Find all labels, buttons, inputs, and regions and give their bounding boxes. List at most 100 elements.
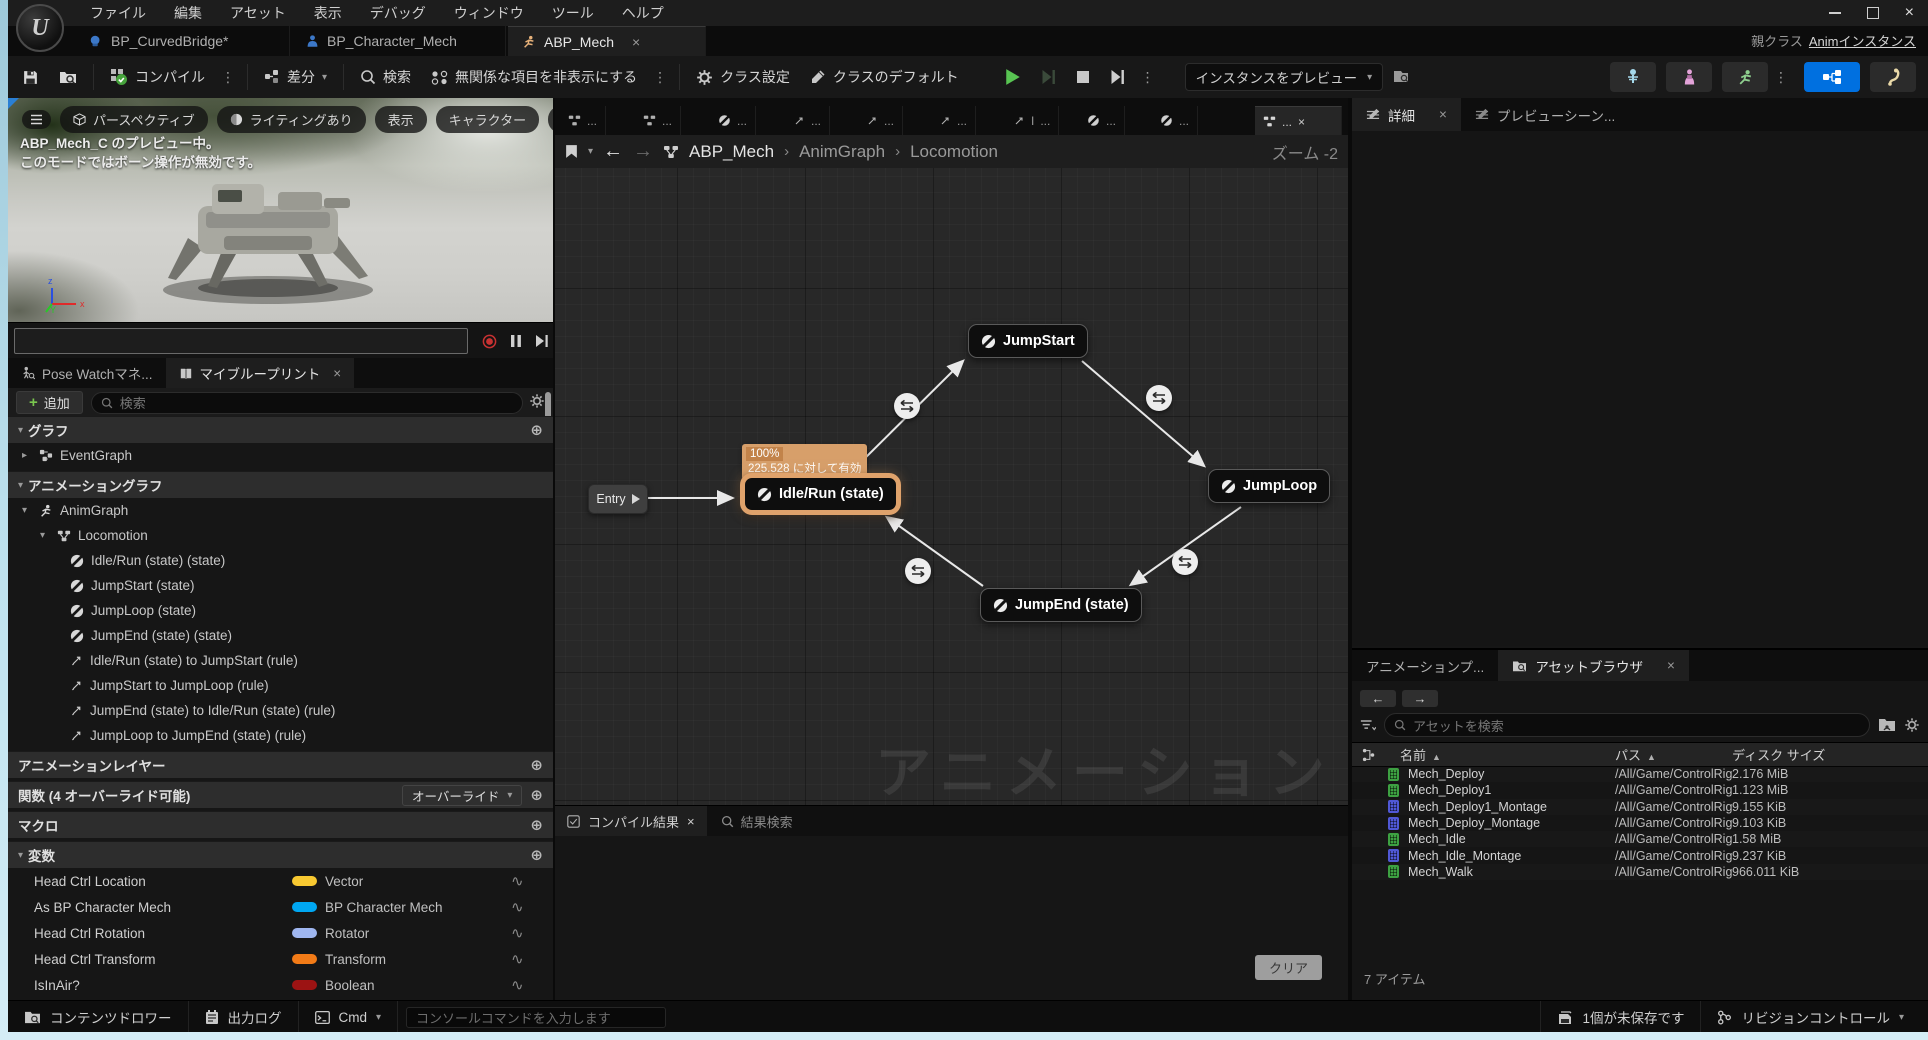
graph-tab[interactable]: I... — [1005, 106, 1060, 135]
add-graph-icon[interactable]: ⊕ — [530, 421, 543, 439]
close-tab-icon[interactable]: × — [632, 34, 640, 50]
state-node-jumpstart[interactable]: JumpStart — [968, 324, 1088, 358]
cmd-dropdown[interactable]: Cmd ▾ — [299, 1001, 399, 1032]
menu-window[interactable]: ウィンドウ — [442, 0, 536, 26]
close-tab-icon[interactable]: × — [333, 366, 341, 381]
section-graphs[interactable]: ▾ グラフ ⊕ — [8, 416, 553, 443]
folder-view-icon[interactable] — [1878, 718, 1896, 732]
animation-mode-button[interactable] — [1722, 62, 1768, 92]
viewport-perspective-button[interactable]: パースペクティブ — [60, 106, 208, 133]
graph-tab[interactable]: ... — [858, 106, 904, 135]
tree-item-rule[interactable]: JumpEnd (state) to Idle/Run (state) (rul… — [8, 698, 553, 723]
graph-tab-active[interactable]: ... × — [1255, 106, 1342, 136]
bookmark-icon[interactable] — [565, 144, 578, 159]
close-tab-icon[interactable]: × — [687, 814, 695, 829]
asset-row[interactable]: Mech_Walk/All/Game/ControlRig 966.011 KiB — [1352, 864, 1928, 880]
tree-item-locomotion[interactable]: ▾ Locomotion — [8, 523, 553, 548]
hide-unrelated-button[interactable]: 無関係な項目を非表示にする — [421, 62, 647, 92]
save-button[interactable] — [8, 62, 49, 92]
diff-button[interactable]: 差分 ▾ — [254, 62, 337, 92]
tree-item-rule[interactable]: JumpLoop to JumpEnd (state) (rule) — [8, 723, 553, 748]
viewport-show-button[interactable]: 表示 — [374, 106, 427, 133]
asset-row[interactable]: Mech_Idle_Montage/All/Game/ControlRig 9.2… — [1352, 847, 1928, 863]
find-button[interactable]: 検索 — [350, 62, 421, 92]
menu-edit[interactable]: 編集 — [162, 0, 214, 26]
state-node-idle-run[interactable]: Idle/Run (state) — [740, 473, 901, 515]
class-settings-button[interactable]: クラス設定 — [686, 62, 800, 92]
close-window-button[interactable]: × — [1905, 5, 1914, 21]
tree-item-state[interactable]: Idle/Run (state) (state) — [8, 548, 553, 573]
compile-options-menu[interactable]: ⋮ — [215, 69, 241, 86]
state-node-jumpend[interactable]: JumpEnd (state) — [980, 588, 1142, 622]
add-button[interactable]: + 追加 — [16, 391, 83, 414]
play-button[interactable] — [995, 62, 1031, 92]
back-button[interactable]: ← — [603, 140, 623, 163]
tab-bp-curvedbridge[interactable]: BP_CurvedBridge* — [75, 26, 290, 56]
asset-forward-button[interactable]: → — [1402, 690, 1438, 707]
menu-help[interactable]: ヘルプ — [610, 0, 676, 26]
graph-tab[interactable]: ... — [560, 106, 607, 135]
forward-button[interactable]: → — [633, 140, 653, 163]
pause-button[interactable] — [510, 334, 522, 348]
graph-tab[interactable]: ... — [931, 106, 977, 135]
viewport-lit-button[interactable]: ライティングあり — [216, 106, 366, 133]
override-dropdown[interactable]: オーバーライド ▾ — [402, 784, 523, 806]
variable-watch-icon[interactable]: ∿ — [511, 976, 538, 994]
add-macro-icon[interactable]: ⊕ — [530, 816, 543, 834]
graph-tab[interactable]: ... — [635, 106, 682, 135]
hide-unrelated-options-menu[interactable]: ⋮ — [647, 69, 673, 86]
unsaved-assets-button[interactable]: 1個が未保存です — [1540, 1001, 1700, 1032]
graph-tab[interactable]: ... — [710, 106, 757, 135]
menu-file[interactable]: ファイル — [78, 0, 158, 26]
variable-row[interactable]: IsInAir? Boolean ∿ — [8, 972, 553, 998]
viewport-lod-button[interactable]: LOD オート — [548, 106, 553, 133]
settings-gear-icon[interactable] — [529, 393, 545, 409]
hierarchy-column-icon[interactable] — [1362, 748, 1376, 762]
viewport-character-button[interactable]: キャラクター — [435, 106, 540, 133]
class-defaults-button[interactable]: クラスのデフォルト — [800, 62, 969, 92]
my-blueprint-search-input[interactable]: 検索 — [90, 391, 523, 414]
transition-rule-node[interactable] — [905, 558, 931, 584]
preview-instance-dropdown[interactable]: インスタンスをプレビュー ▾ — [1184, 63, 1384, 91]
asset-row[interactable]: Mech_Deploy1/All/Game/ControlRig 1.123 Mi… — [1352, 782, 1928, 798]
revision-control-button[interactable]: リビジョンコントロール ▾ — [1700, 1001, 1928, 1032]
tree-item-eventgraph[interactable]: ▸ EventGraph — [8, 443, 553, 468]
variable-watch-icon[interactable]: ∿ — [511, 872, 538, 890]
transition-rule-node[interactable] — [1146, 385, 1172, 411]
settings-gear-icon[interactable] — [1904, 717, 1920, 733]
play-options-menu[interactable]: ⋮ — [1135, 69, 1161, 86]
graph-tab[interactable]: ... — [1079, 106, 1126, 135]
menu-tools[interactable]: ツール — [540, 0, 606, 26]
compile-button[interactable]: コンパイル — [100, 62, 215, 92]
console-command-input[interactable]: コンソールコマンドを入力します — [406, 1006, 667, 1028]
results-search-input[interactable]: 結果検索 — [721, 812, 793, 831]
tab-details[interactable]: 詳細 × — [1352, 98, 1461, 131]
close-tab-icon[interactable]: × — [1667, 658, 1675, 673]
section-functions[interactable]: 関数 (4 オーバーライド可能) オーバーライド ▾ ⊕ — [8, 781, 553, 808]
tab-pose-watch[interactable]: Pose Watchマネ... — [8, 358, 166, 388]
entry-node[interactable]: Entry — [588, 484, 648, 514]
timeline-track[interactable] — [14, 328, 468, 354]
menu-view[interactable]: 表示 — [302, 0, 354, 26]
viewport-menu-button[interactable] — [22, 110, 51, 129]
section-animation-graphs[interactable]: ▾ アニメーショングラフ — [8, 471, 553, 498]
variable-row[interactable]: Head Ctrl Rotation Rotator ∿ — [8, 920, 553, 946]
tree-item-state[interactable]: JumpEnd (state) (state) — [8, 623, 553, 648]
asset-row[interactable]: Mech_Deploy1_Montage/All/Game/ControlRig… — [1352, 799, 1928, 815]
asset-back-button[interactable]: ← — [1360, 690, 1396, 707]
graph-tab[interactable]: ... — [785, 106, 831, 135]
tab-animation-preview[interactable]: アニメーションプ... — [1352, 650, 1498, 681]
maximize-button[interactable] — [1866, 7, 1879, 19]
stop-button[interactable] — [1066, 62, 1100, 92]
entry-output-pin[interactable] — [631, 494, 640, 504]
column-path[interactable]: パス ▲ — [1615, 745, 1656, 764]
clear-button[interactable]: クリア — [1254, 955, 1322, 980]
preview-viewport[interactable]: パースペクティブ ライティングあり 表示 キャラクター LOD オート ABP_… — [8, 98, 553, 322]
minimize-button[interactable] — [1828, 12, 1841, 14]
state-machine-canvas[interactable]: アニメーション Entry 100% 225.528 に対して有効 Idle/R… — [555, 168, 1348, 805]
tab-abp-mech[interactable]: ABP_Mech × — [508, 26, 706, 56]
variable-watch-icon[interactable]: ∿ — [511, 898, 538, 916]
parent-class-link[interactable]: Animインスタンス — [1809, 34, 1916, 49]
asset-row[interactable]: Mech_Deploy_Montage/All/Game/ControlRig 9… — [1352, 815, 1928, 831]
state-node-jumploop[interactable]: JumpLoop — [1208, 469, 1331, 503]
